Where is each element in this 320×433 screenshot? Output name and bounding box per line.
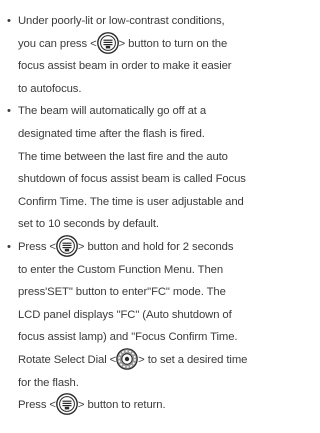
- text-line: press'SET" button to enter"FC" mode. The: [18, 286, 226, 299]
- text-line: Under poorly-lit or low-contrast conditi…: [18, 15, 225, 27]
- text-line: shutdown of focus assist beam is called …: [18, 173, 246, 186]
- list-item: • The beam will automatically go off at …: [7, 100, 258, 236]
- bullet: •: [7, 15, 11, 27]
- text-line: designated time after the flash is fired…: [18, 127, 205, 140]
- fn-button-icon: [56, 393, 78, 416]
- fn-button-icon: [56, 235, 78, 257]
- select-dial-icon: [116, 348, 138, 370]
- text-line: Press < > button to return.: [18, 393, 258, 417]
- list-item: • Press < > button and hold for 2 seconds…: [7, 235, 258, 417]
- text-line: Confirm Time. The time is user adjustabl…: [18, 195, 244, 208]
- text-line: The beam will automatically go off at a: [18, 105, 207, 118]
- text-line: focus assist lamp) and "Focus Confirm Ti…: [18, 331, 238, 344]
- text-line: for the flash.: [18, 376, 79, 389]
- text-line: The time between the last fire and the a…: [18, 150, 228, 163]
- text-line: set to 10 seconds by default.: [18, 218, 159, 231]
- manual-page: • Under poorly-lit or low-contrast condi…: [0, 0, 268, 433]
- fn-button-icon: [96, 31, 119, 54]
- bullet: •: [7, 105, 11, 118]
- list-item: • Under poorly-lit or low-contrast condi…: [7, 10, 258, 100]
- text-line: to enter the Custom Function Menu. Then: [18, 263, 223, 276]
- text-line: to autofocus.: [18, 82, 82, 95]
- text-line: you can press < > button to turn on the: [18, 31, 258, 56]
- text-line: LCD panel displays "FC" (Auto shutdown o…: [18, 308, 232, 321]
- text-line: focus assist beam in order to make it ea…: [18, 60, 232, 73]
- text-line: Rotate Select Dial < > to set a desired t…: [18, 348, 258, 372]
- bullet: •: [7, 240, 11, 253]
- text-line: Press < > button and hold for 2 seconds: [18, 235, 258, 259]
